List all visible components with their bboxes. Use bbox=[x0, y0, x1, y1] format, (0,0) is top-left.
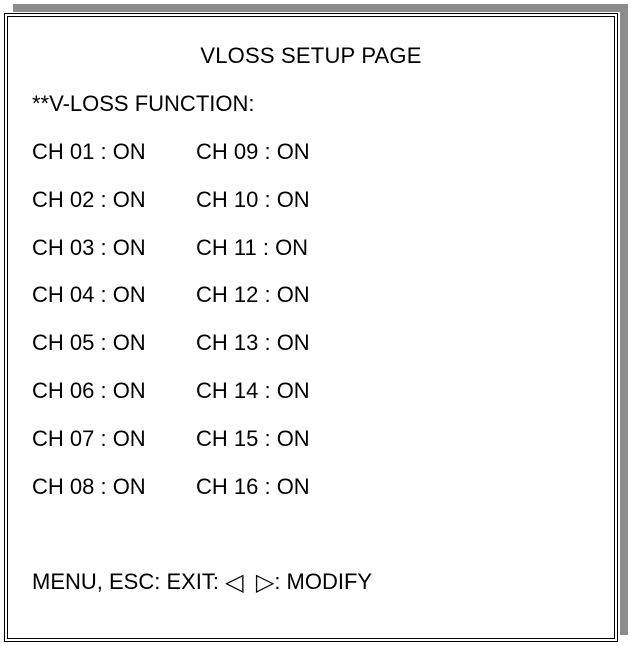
channel-row: CH 02 : ON CH 10 : ON bbox=[32, 187, 452, 235]
channel-setting-ch16[interactable]: CH 16 : ON bbox=[196, 474, 396, 522]
channel-row: CH 05 : ON CH 13 : ON bbox=[32, 330, 452, 378]
exit-hint: MENU, ESC: EXIT: bbox=[32, 569, 226, 594]
channel-setting-ch01[interactable]: CH 01 : ON bbox=[32, 139, 196, 187]
channel-setting-ch03[interactable]: CH 03 : ON bbox=[32, 235, 196, 283]
channel-list: CH 01 : ON CH 09 : ON CH 02 : ON CH 10 :… bbox=[32, 139, 452, 521]
key-help-footer: MENU, ESC: EXIT: ◁ ▷: MODIFY bbox=[32, 569, 372, 595]
channel-row: CH 01 : ON CH 09 : ON bbox=[32, 139, 452, 187]
channel-setting-ch02[interactable]: CH 02 : ON bbox=[32, 187, 196, 235]
channel-setting-ch06[interactable]: CH 06 : ON bbox=[32, 378, 196, 426]
vloss-function-label: **V-LOSS FUNCTION: bbox=[32, 91, 255, 116]
vloss-setup-panel: VLOSS SETUP PAGE **V-LOSS FUNCTION: CH 0… bbox=[4, 13, 618, 642]
channel-setting-ch09[interactable]: CH 09 : ON bbox=[196, 139, 396, 187]
channel-setting-ch08[interactable]: CH 08 : ON bbox=[32, 474, 196, 522]
page-title: VLOSS SETUP PAGE bbox=[200, 43, 422, 68]
modify-hint: : MODIFY bbox=[274, 569, 373, 594]
channel-setting-ch11[interactable]: CH 11 : ON bbox=[196, 235, 396, 283]
channel-setting-ch04[interactable]: CH 04 : ON bbox=[32, 282, 196, 330]
right-arrow-icon: ▷ bbox=[255, 569, 275, 596]
left-arrow-icon: ◁ bbox=[225, 569, 244, 596]
channel-setting-ch15[interactable]: CH 15 : ON bbox=[196, 426, 396, 474]
channel-row: CH 06 : ON CH 14 : ON bbox=[32, 378, 452, 426]
channel-setting-ch12[interactable]: CH 12 : ON bbox=[196, 282, 396, 330]
channel-setting-ch13[interactable]: CH 13 : ON bbox=[196, 330, 396, 378]
channel-setting-ch05[interactable]: CH 05 : ON bbox=[32, 330, 196, 378]
channel-setting-ch07[interactable]: CH 07 : ON bbox=[32, 426, 196, 474]
channel-setting-ch14[interactable]: CH 14 : ON bbox=[196, 378, 396, 426]
channel-row: CH 03 : ON CH 11 : ON bbox=[32, 235, 452, 283]
channel-setting-ch10[interactable]: CH 10 : ON bbox=[196, 187, 396, 235]
channel-row: CH 04 : ON CH 12 : ON bbox=[32, 282, 452, 330]
channel-row: CH 08 : ON CH 16 : ON bbox=[32, 474, 452, 522]
channel-row: CH 07 : ON CH 15 : ON bbox=[32, 426, 452, 474]
